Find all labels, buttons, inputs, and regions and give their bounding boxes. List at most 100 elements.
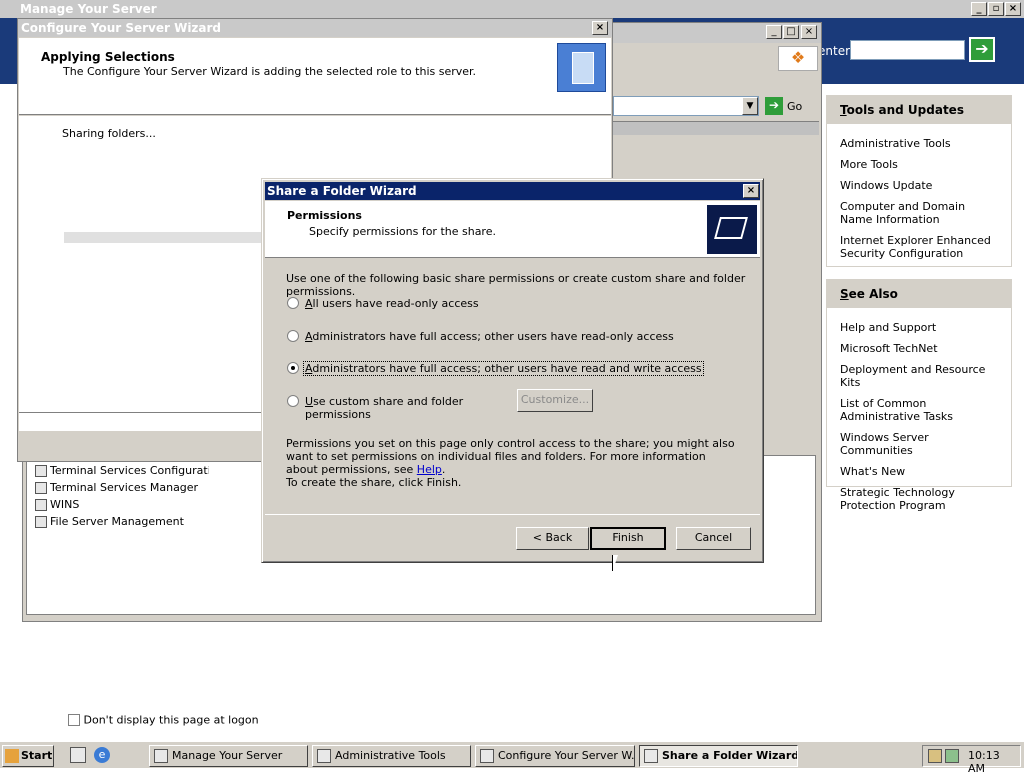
cysw-status: Sharing folders... bbox=[62, 127, 156, 140]
dont-display-row: Don't display this page at logon bbox=[68, 713, 259, 727]
list-item[interactable]: Terminal Services Manager bbox=[35, 481, 198, 494]
admin-maximize-button[interactable]: □ bbox=[783, 25, 799, 39]
tools-icon bbox=[317, 749, 331, 763]
link-windows-update[interactable]: Windows Update bbox=[827, 178, 1011, 193]
chevron-down-icon[interactable]: ▼ bbox=[742, 97, 758, 115]
sfw-finish-text: To create the share, click Finish. bbox=[286, 476, 462, 489]
network-icon[interactable] bbox=[945, 749, 959, 763]
help-link[interactable]: Help bbox=[417, 463, 442, 476]
radio-button-selected[interactable] bbox=[287, 362, 299, 374]
radio-button[interactable] bbox=[287, 330, 299, 342]
task-label: Administrative Tools bbox=[335, 749, 446, 762]
list-item[interactable]: WINS bbox=[35, 498, 79, 511]
desktop-icon[interactable] bbox=[70, 747, 86, 763]
taskbar: Start e Manage Your Server Administrativ… bbox=[0, 741, 1024, 775]
cysw-titlebar: Configure Your Server Wizard × bbox=[18, 19, 612, 37]
radio-button[interactable] bbox=[287, 395, 299, 407]
arrow-right-icon: ➔ bbox=[975, 39, 989, 58]
admin-close-button[interactable]: × bbox=[801, 25, 817, 39]
cancel-button[interactable]: Cancel bbox=[676, 527, 751, 550]
file-server-icon bbox=[35, 516, 47, 528]
link-administrative-tools[interactable]: Administrative Tools bbox=[827, 136, 1011, 151]
info-text: Permissions you set on this page only co… bbox=[286, 437, 735, 476]
sfw-header: Permissions Specify permissions for the … bbox=[265, 201, 760, 258]
option-label: All users have read-only access bbox=[305, 297, 479, 310]
address-dropdown[interactable]: ▼ bbox=[613, 96, 759, 116]
option-label: Administrators have full access; other u… bbox=[303, 361, 704, 376]
list-item-label: Terminal Services Configuration bbox=[50, 464, 225, 477]
link-common-tasks[interactable]: List of Common Administrative Tasks bbox=[827, 396, 1011, 424]
permission-option-4[interactable]: Use custom share and folder permissions bbox=[287, 394, 517, 421]
task-admin-tools[interactable]: Administrative Tools bbox=[312, 745, 471, 767]
sfw-divider bbox=[265, 514, 760, 515]
finish-button[interactable]: Finish bbox=[590, 527, 666, 550]
sfw-title: Share a Folder Wizard bbox=[267, 184, 417, 198]
admin-minimize-button[interactable]: _ bbox=[766, 25, 782, 39]
link-computer-domain[interactable]: Computer and Domain Name Information bbox=[827, 199, 1011, 227]
tools-panel: Tools and Updates Administrative Tools M… bbox=[826, 95, 1012, 267]
sfw-info: Permissions you set on this page only co… bbox=[286, 437, 736, 476]
link-whats-new[interactable]: What's New bbox=[827, 464, 1011, 479]
cysw-subheading: The Configure Your Server Wizard is addi… bbox=[63, 65, 477, 78]
list-item[interactable]: Terminal Services Configuration bbox=[35, 464, 224, 477]
customize-button[interactable]: Customize... bbox=[517, 389, 593, 412]
wins-icon bbox=[35, 499, 47, 511]
wizard-icon bbox=[480, 749, 494, 763]
link-help-support[interactable]: Help and Support bbox=[827, 320, 1011, 335]
sfw-titlebar: Share a Folder Wizard × bbox=[265, 182, 760, 200]
internet-explorer-icon[interactable]: e bbox=[94, 747, 110, 763]
search-label: enter bbox=[818, 44, 851, 58]
go-arrow-icon[interactable]: ➔ bbox=[765, 97, 783, 115]
folder-share-icon bbox=[707, 205, 757, 254]
cysw-heading: Applying Selections bbox=[41, 50, 175, 64]
permission-option-3[interactable]: Administrators have full access; other u… bbox=[287, 361, 757, 377]
terminal-config-icon bbox=[35, 465, 47, 477]
sfw-close-button[interactable]: × bbox=[743, 184, 759, 198]
task-label: Share a Folder Wizard bbox=[662, 749, 798, 762]
list-item[interactable]: File Server Management bbox=[35, 515, 184, 528]
link-technet[interactable]: Microsoft TechNet bbox=[827, 341, 1011, 356]
close-button[interactable]: × bbox=[1005, 2, 1021, 16]
cysw-header: Applying Selections The Configure Your S… bbox=[19, 38, 611, 115]
link-stpp[interactable]: Strategic Technology Protection Program bbox=[827, 485, 1011, 513]
system-tray: 10:13 AM bbox=[922, 745, 1021, 775]
clock: 10:13 AM bbox=[968, 749, 1000, 775]
mouse-cursor-icon bbox=[612, 555, 618, 573]
minimize-button[interactable]: _ bbox=[971, 2, 987, 16]
list-item-label: File Server Management bbox=[50, 515, 184, 528]
radio-button[interactable] bbox=[287, 297, 299, 309]
server-wizard-icon bbox=[557, 43, 606, 92]
option-label: Administrators have full access; other u… bbox=[305, 330, 674, 343]
link-server-communities[interactable]: Windows Server Communities bbox=[827, 430, 1011, 458]
dont-display-checkbox[interactable] bbox=[68, 714, 80, 726]
share-folder-wizard: Share a Folder Wizard × Permissions Spec… bbox=[261, 178, 764, 563]
start-button[interactable]: Start bbox=[2, 745, 54, 767]
see-also-panel: See Also Help and Support Microsoft Tech… bbox=[826, 279, 1012, 512]
restore-button[interactable]: ▫ bbox=[988, 2, 1004, 16]
link-ie-security[interactable]: Internet Explorer Enhanced Security Conf… bbox=[827, 233, 1011, 261]
link-deployment-kits[interactable]: Deployment and Resource Kits bbox=[827, 362, 1011, 390]
task-manage-server[interactable]: Manage Your Server bbox=[149, 745, 308, 767]
dont-display-label: Don't display this page at logon bbox=[83, 713, 259, 727]
sfw-intro: Use one of the following basic share per… bbox=[286, 272, 746, 298]
sfw-heading: Permissions bbox=[287, 209, 362, 222]
permission-option-2[interactable]: Administrators have full access; other u… bbox=[287, 329, 757, 345]
back-button[interactable]: < Back bbox=[516, 527, 589, 550]
cysw-close-button[interactable]: × bbox=[592, 21, 608, 35]
link-more-tools[interactable]: More Tools bbox=[827, 157, 1011, 172]
see-also-title: See Also bbox=[827, 280, 1011, 308]
go-button-label[interactable]: Go bbox=[787, 100, 802, 113]
manage-server-title: Manage Your Server bbox=[20, 2, 157, 16]
permission-option-1[interactable]: All users have read-only access bbox=[287, 296, 757, 312]
task-label: Configure Your Server W... bbox=[498, 749, 635, 762]
search-input[interactable] bbox=[850, 40, 965, 60]
server-icon bbox=[154, 749, 168, 763]
search-go-button[interactable]: ➔ bbox=[969, 37, 995, 62]
task-share-folder[interactable]: Share a Folder Wizard bbox=[639, 745, 798, 767]
tray-icon[interactable] bbox=[928, 749, 942, 763]
tools-panel-title: Tools and Updates bbox=[827, 96, 1011, 124]
cysw-title: Configure Your Server Wizard bbox=[21, 21, 222, 35]
task-configure-server[interactable]: Configure Your Server W... bbox=[475, 745, 635, 767]
sfw-subheading: Specify permissions for the share. bbox=[309, 225, 496, 238]
folder-icon bbox=[644, 749, 658, 763]
